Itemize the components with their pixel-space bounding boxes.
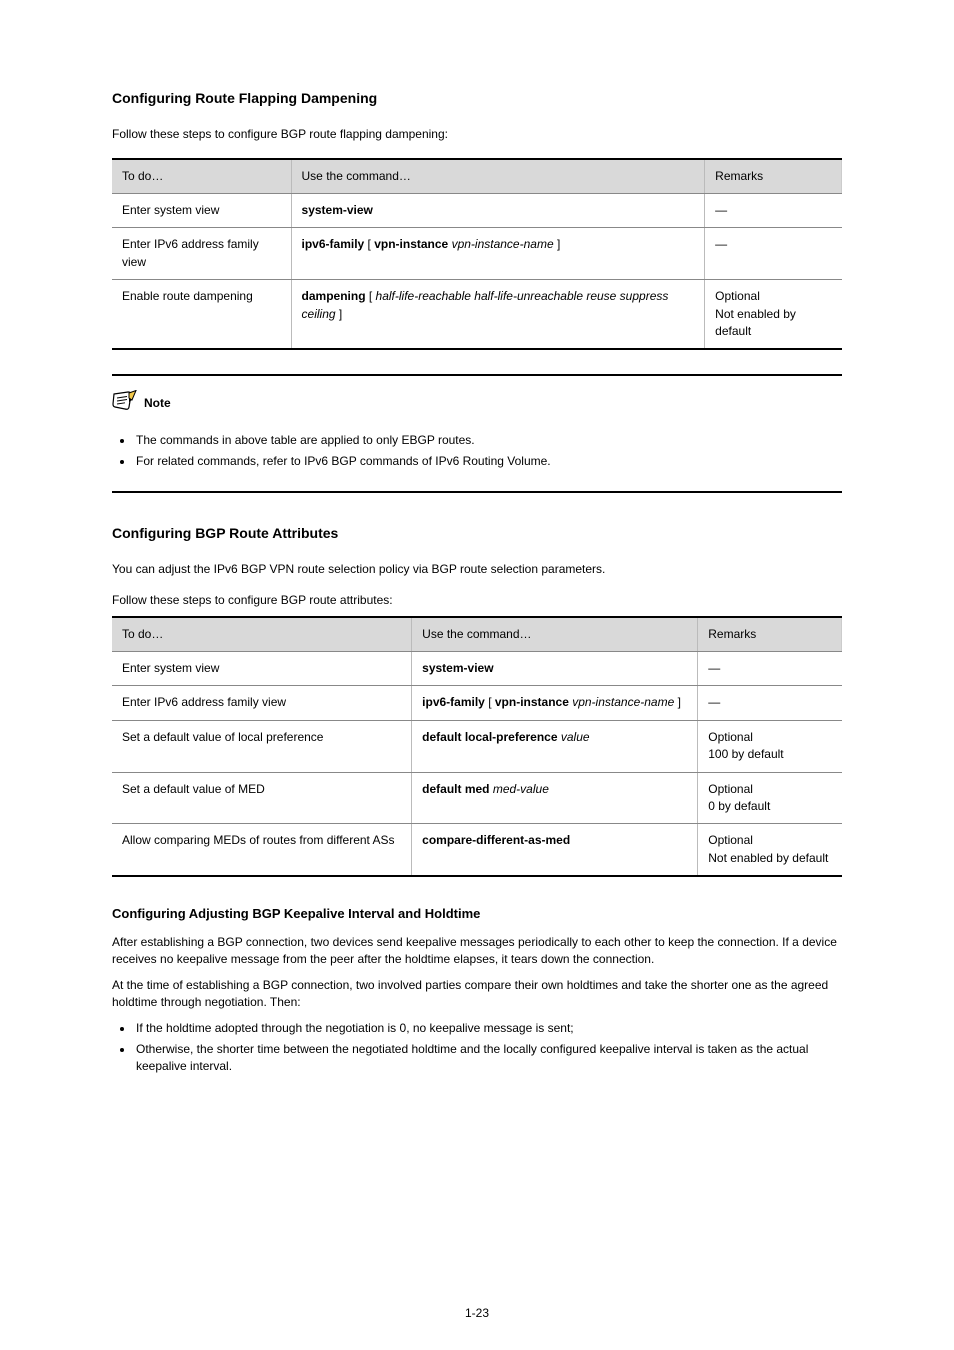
column-header: To do… — [112, 617, 412, 652]
column-header: To do… — [112, 159, 291, 194]
remarks-cell: Optional0 by default — [698, 772, 842, 824]
note-list: The commands in above table are applied … — [134, 432, 842, 471]
column-header: Use the command… — [291, 159, 705, 194]
table-row: Set a default value of MEDdefault med me… — [112, 772, 842, 824]
bullet-list: If the holdtime adopted through the nego… — [134, 1020, 842, 1076]
body-text: At the time of establishing a BGP connec… — [112, 977, 842, 1012]
column-header: Use the command… — [412, 617, 698, 652]
remarks-cell: — — [705, 228, 842, 280]
todo-cell: Enter IPv6 address family view — [112, 228, 291, 280]
table-row: Allow comparing MEDs of routes from diff… — [112, 824, 842, 876]
config-table-attributes: To do… Use the command… Remarks Enter sy… — [112, 616, 842, 878]
note-header: Note — [112, 390, 842, 417]
list-item: The commands in above table are applied … — [134, 432, 842, 449]
list-item: If the holdtime adopted through the nego… — [134, 1020, 842, 1037]
list-item: Otherwise, the shorter time between the … — [134, 1041, 842, 1076]
todo-cell: Set a default value of local preference — [112, 720, 412, 772]
command-cell: default local-preference value — [412, 720, 698, 772]
remarks-cell: OptionalNot enabled by default — [698, 824, 842, 876]
remarks-cell: — — [705, 194, 842, 228]
document-page: Configuring Route Flapping Dampening Fol… — [0, 0, 954, 1350]
column-header: Remarks — [705, 159, 842, 194]
command-cell: ipv6-family [ vpn-instance vpn-instance-… — [412, 686, 698, 720]
section-heading: Configuring Route Flapping Dampening — [112, 88, 842, 108]
note-box: Note The commands in above table are app… — [112, 374, 842, 492]
column-header: Remarks — [698, 617, 842, 652]
table-header-row: To do… Use the command… Remarks — [112, 159, 842, 194]
command-cell: system-view — [412, 652, 698, 686]
paragraph-block: After establishing a BGP connection, two… — [112, 934, 842, 1076]
page-number: 1-23 — [0, 1305, 954, 1322]
todo-cell: Set a default value of MED — [112, 772, 412, 824]
todo-cell: Enter system view — [112, 194, 291, 228]
remarks-cell: — — [698, 686, 842, 720]
command-cell: dampening [ half-life-reachable half-lif… — [291, 280, 705, 350]
remarks-cell: Optional100 by default — [698, 720, 842, 772]
todo-cell: Allow comparing MEDs of routes from diff… — [112, 824, 412, 876]
body-text: After establishing a BGP connection, two… — [112, 934, 842, 969]
note-label: Note — [144, 395, 171, 412]
section-heading: Configuring BGP Route Attributes — [112, 523, 842, 543]
command-cell: ipv6-family [ vpn-instance vpn-instance-… — [291, 228, 705, 280]
table-caption: Follow these steps to configure BGP rout… — [112, 592, 842, 609]
remarks-cell: — — [698, 652, 842, 686]
section-intro: You can adjust the IPv6 BGP VPN route se… — [112, 561, 842, 578]
todo-cell: Enter system view — [112, 652, 412, 686]
table-row: Enter IPv6 address family viewipv6-famil… — [112, 228, 842, 280]
todo-cell: Enter IPv6 address family view — [112, 686, 412, 720]
table-row: Enter system viewsystem-view— — [112, 652, 842, 686]
table-row: Enable route dampeningdampening [ half-l… — [112, 280, 842, 350]
config-table-dampening: To do… Use the command… Remarks Enter sy… — [112, 158, 842, 351]
table-row: Set a default value of local preferenced… — [112, 720, 842, 772]
table-row: Enter system viewsystem-view— — [112, 194, 842, 228]
todo-cell: Enable route dampening — [112, 280, 291, 350]
table-row: Enter IPv6 address family viewipv6-famil… — [112, 686, 842, 720]
command-cell: default med med-value — [412, 772, 698, 824]
list-item: For related commands, refer to IPv6 BGP … — [134, 453, 842, 470]
command-cell: compare-different-as-med — [412, 824, 698, 876]
section-intro: Follow these steps to configure BGP rout… — [112, 126, 842, 143]
table-header-row: To do… Use the command… Remarks — [112, 617, 842, 652]
command-cell: system-view — [291, 194, 705, 228]
note-icon — [112, 390, 138, 417]
remarks-cell: OptionalNot enabled by default — [705, 280, 842, 350]
subsection-heading: Configuring Adjusting BGP Keepalive Inte… — [112, 905, 842, 924]
